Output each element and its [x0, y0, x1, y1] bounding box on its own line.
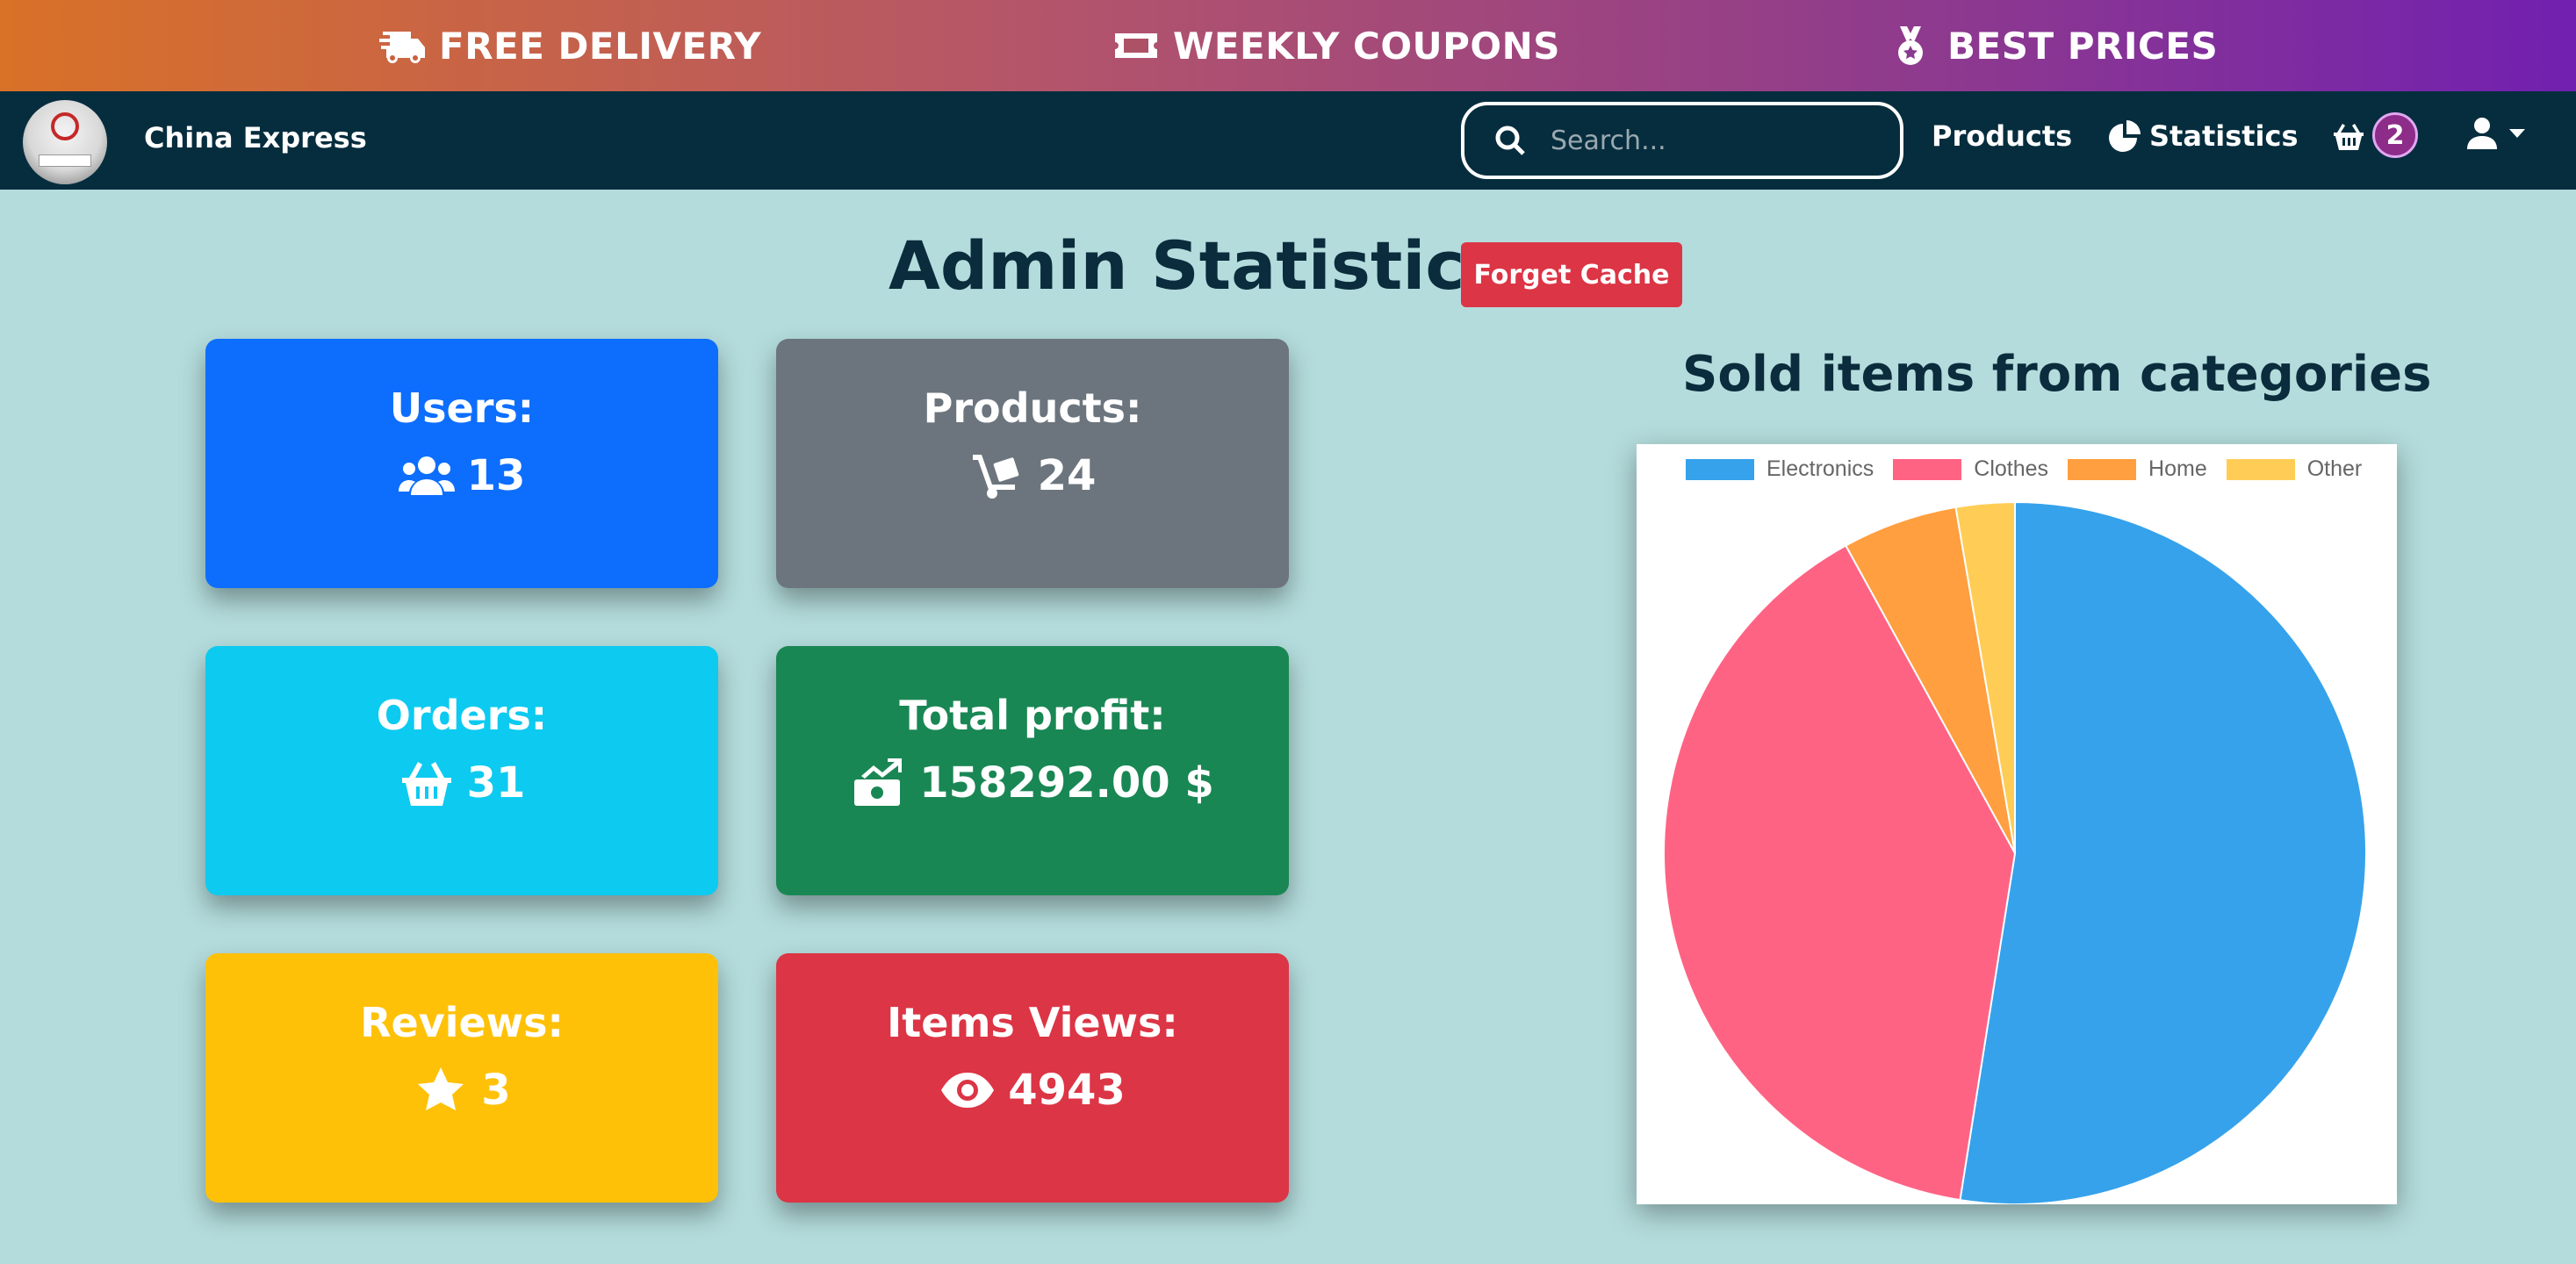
promo-prices-text: BEST PRICES: [1947, 24, 2219, 68]
legend-swatch: [2226, 458, 2295, 480]
reviews-label: Reviews:: [360, 999, 564, 1046]
views-value-row: 4943: [939, 1066, 1126, 1115]
search-icon: [1495, 126, 1525, 155]
users-label: Users:: [389, 384, 535, 432]
products-value: 24: [1037, 451, 1097, 500]
basket-icon: [401, 762, 451, 806]
money-trend-icon: [854, 758, 903, 806]
user-menu-dropdown[interactable]: [2467, 118, 2525, 149]
promo-free-delivery: FREE DELIVERY: [378, 0, 761, 91]
views-card: Items Views: 4943: [776, 953, 1289, 1203]
search-box[interactable]: [1461, 102, 1903, 179]
chart-title: Sold items from categories: [1682, 346, 2432, 403]
nav-statistics-label: Statistics: [2149, 119, 2299, 153]
users-value: 13: [466, 451, 526, 500]
legend-label: Other: [2306, 456, 2363, 481]
legend-item-electronics[interactable]: Electronics: [1686, 456, 1874, 482]
legend-label: Electronics: [1767, 456, 1874, 481]
views-label: Items Views:: [887, 999, 1178, 1046]
legend-item-home[interactable]: Home: [2068, 456, 2207, 482]
pie-chart-canvas: [1663, 500, 2367, 1204]
legend-swatch: [1686, 458, 1754, 480]
reviews-card: Reviews: 3: [205, 953, 718, 1203]
ticket-icon: [1115, 33, 1157, 58]
users-card: Users: 13: [205, 339, 718, 588]
orders-card: Orders: 31: [205, 646, 718, 895]
forget-cache-button[interactable]: Forget Cache: [1461, 242, 1682, 307]
user-icon: [2467, 118, 2497, 149]
legend-item-clothes[interactable]: Clothes: [1893, 456, 2048, 482]
basket-icon: [2334, 124, 2364, 150]
legend-swatch: [2068, 458, 2137, 480]
promo-coupons-text: WEEKLY COUPONS: [1173, 24, 1561, 68]
brand-name[interactable]: China Express: [144, 121, 367, 154]
views-value: 4943: [1008, 1066, 1126, 1115]
orders-value-row: 31: [399, 758, 526, 808]
orders-value: 31: [466, 758, 526, 808]
pie-chart: Electronics Clothes Home Other: [1637, 444, 2397, 1204]
legend-swatch: [1893, 458, 1962, 480]
products-value-row: 24: [969, 451, 1097, 500]
legend-label: Clothes: [1974, 456, 2049, 481]
eye-icon: [941, 1073, 995, 1108]
logo-emblem-icon: [51, 112, 79, 140]
orders-label: Orders:: [376, 692, 548, 739]
chevron-down-icon: [2509, 129, 2525, 138]
promo-best-prices: BEST PRICES: [1886, 0, 2218, 91]
pie-slice-electronics[interactable]: [1959, 500, 2367, 1204]
promo-bar: FREE DELIVERY WEEKLY COUPONS BEST PRICES: [0, 0, 2576, 91]
nav-products-label: Products: [1932, 119, 2073, 153]
navbar: China Express Products Statistics 2: [0, 91, 2576, 190]
users-value-row: 13: [398, 451, 526, 500]
products-card: Products: 24: [776, 339, 1289, 588]
chart-legend: Electronics Clothes Home Other: [1686, 456, 2381, 482]
cart-button[interactable]: 2: [2332, 112, 2418, 158]
truck-fast-icon: [379, 32, 425, 63]
legend-item-other[interactable]: Other: [2226, 456, 2363, 482]
logo-sign: [39, 154, 91, 167]
profit-value-row: 158292.00 $: [851, 758, 1214, 808]
reviews-value-row: 3: [413, 1066, 511, 1115]
legend-label: Home: [2148, 456, 2207, 481]
products-label: Products:: [923, 384, 1142, 432]
dolly-icon: [972, 455, 1018, 499]
promo-weekly-coupons: WEEKLY COUPONS: [1112, 0, 1560, 91]
nav-products-link[interactable]: Products: [1932, 119, 2072, 153]
reviews-value: 3: [481, 1066, 511, 1115]
medal-icon: [1898, 26, 1923, 65]
users-icon: [398, 456, 455, 495]
cart-count-badge: 2: [2372, 112, 2418, 158]
profit-card: Total profit: 158292.00 $: [776, 646, 1289, 895]
pie-chart-icon: [2109, 120, 2141, 152]
profit-label: Total profit:: [899, 692, 1166, 739]
brand-logo[interactable]: [23, 100, 107, 184]
page-title: Admin Statistics: [889, 226, 1505, 305]
star-icon: [418, 1067, 464, 1110]
search-input[interactable]: [1551, 125, 1884, 156]
promo-delivery-text: FREE DELIVERY: [439, 24, 762, 68]
profit-value: 158292.00 $: [919, 758, 1214, 808]
nav-statistics-link[interactable]: Statistics: [2109, 119, 2299, 153]
